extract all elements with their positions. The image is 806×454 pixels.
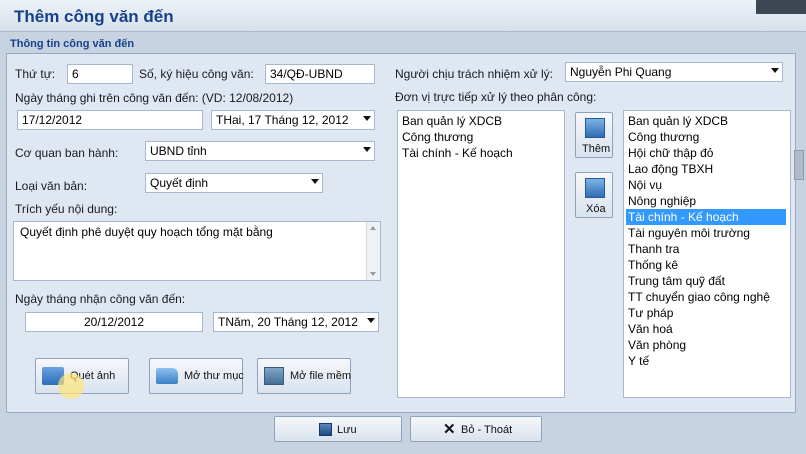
co-quan-label: Cơ quan ban hành:	[15, 146, 119, 160]
loai-vb-select[interactable]: Quyết định	[145, 173, 323, 193]
file-icon	[264, 367, 284, 385]
list-item[interactable]: Tư pháp	[628, 305, 786, 321]
window-title: Thêm công văn đến	[14, 7, 174, 26]
responsible-label: Người chịu trách nhiệm xử lý:	[395, 67, 553, 81]
list-item[interactable]: Tài nguyên môi trường	[628, 225, 786, 241]
group-label: Thông tin công văn đến	[10, 38, 135, 50]
textarea-scrollbar[interactable]	[366, 222, 380, 280]
list-item[interactable]: Thống kê	[628, 257, 786, 273]
trich-yeu-text: Quyết định phê duyệt quy hoạch tổng mặt …	[20, 225, 273, 239]
open-folder-button[interactable]: Mở thư mục	[149, 358, 244, 394]
scroll-down-icon[interactable]	[370, 272, 376, 276]
ngay-nhan-field[interactable]: 20/12/2012	[25, 312, 203, 332]
floppy-disk-icon	[319, 423, 332, 436]
responsible-value: Nguyễn Phi Quang	[570, 65, 672, 79]
cursor-highlight	[58, 373, 84, 399]
open-file-button[interactable]: Mở file mềm	[257, 358, 351, 394]
list-item[interactable]: Ban quản lý XDCB	[402, 113, 560, 129]
so-ky-hieu-label: Số, ký hiệu công văn:	[139, 67, 254, 81]
exit-button[interactable]: ✕ Bỏ - Thoát	[410, 416, 542, 442]
remove-unit-label: Xóa	[586, 203, 606, 215]
list-item-selected[interactable]: Tài chính - Kế hoạch	[626, 209, 786, 225]
folder-icon	[156, 368, 178, 384]
trich-yeu-label: Trích yếu nội dung:	[15, 202, 118, 216]
all-units-list[interactable]: Ban quản lý XDCB Công thương Hội chữ thậ…	[623, 110, 791, 398]
open-folder-label: Mở thư mục	[184, 370, 244, 382]
footer-bar: Lưu ✕ Bỏ - Thoát	[0, 414, 806, 454]
trich-yeu-textarea[interactable]: Quyết định phê duyệt quy hoạch tổng mặt …	[13, 221, 381, 281]
ngay-nhan-datepicker[interactable]: TNăm, 20 Tháng 12, 2012	[213, 312, 379, 332]
chevron-down-icon[interactable]	[771, 68, 779, 73]
assign-label: Đơn vị trực tiếp xử lý theo phân công:	[395, 90, 597, 104]
list-item[interactable]: Y tế	[628, 353, 786, 369]
close-icon: ✕	[443, 421, 456, 438]
list-item[interactable]: Thanh tra	[628, 241, 786, 257]
dialog-window: Thêm công văn đến Thông tin công văn đến…	[0, 0, 806, 454]
window-scrollbar-thumb[interactable]	[794, 150, 804, 180]
ngay-ghi-label: Ngày tháng ghi trên công văn đến: (VD: 1…	[15, 91, 294, 105]
ngay-ghi-datepicker[interactable]: THai, 17 Tháng 12, 2012	[211, 110, 375, 130]
form-panel: Thứ tự: 6 Số, ký hiệu công văn: 34/QĐ-UB…	[6, 53, 796, 413]
responsible-select[interactable]: Nguyễn Phi Quang	[565, 62, 783, 82]
scroll-up-icon[interactable]	[370, 226, 376, 230]
list-item[interactable]: Hội chữ thập đỏ	[628, 145, 786, 161]
ngay-ghi-datepicker-text: THai, 17 Tháng 12, 2012	[216, 113, 349, 127]
open-file-label: Mở file mềm	[290, 370, 351, 382]
list-item[interactable]: Công thương	[628, 129, 786, 145]
exit-label: Bỏ - Thoát	[461, 424, 513, 436]
remove-unit-button[interactable]: Xóa	[575, 172, 613, 218]
list-item[interactable]: Công thương	[402, 129, 560, 145]
co-quan-value: UBND tỉnh	[150, 144, 207, 158]
selected-units-list[interactable]: Ban quản lý XDCB Công thương Tài chính -…	[397, 110, 565, 398]
list-item[interactable]: Lao động TBXH	[628, 161, 786, 177]
list-item[interactable]: Tài chính - Kế hoạch	[402, 145, 560, 161]
list-item[interactable]: TT chuyển giao công nghệ	[628, 289, 786, 305]
ngay-ghi-field[interactable]: 17/12/2012	[17, 110, 203, 130]
thu-tu-field[interactable]: 6	[67, 64, 133, 84]
chevron-down-icon[interactable]	[367, 318, 375, 323]
so-ky-hieu-field[interactable]: 34/QĐ-UBND	[265, 64, 375, 84]
save-button[interactable]: Lưu	[274, 416, 402, 442]
scan-button[interactable]: Quét ảnh	[35, 358, 129, 399]
chevron-down-icon[interactable]	[363, 147, 371, 152]
chevron-down-icon[interactable]	[311, 179, 319, 184]
thu-tu-label: Thứ tự:	[15, 67, 56, 81]
loai-vb-value: Quyết định	[150, 176, 209, 190]
list-item[interactable]: Văn hoá	[628, 321, 786, 337]
list-item[interactable]: Ban quản lý XDCB	[628, 113, 786, 129]
list-item[interactable]: Văn phòng	[628, 337, 786, 353]
list-item[interactable]: Nông nghiệp	[628, 193, 786, 209]
remove-icon	[585, 178, 605, 198]
title-bar: Thêm công văn đến	[0, 0, 806, 32]
ngay-nhan-datepicker-text: TNăm, 20 Tháng 12, 2012	[218, 315, 358, 329]
add-icon	[585, 118, 605, 138]
ngay-nhan-label: Ngày tháng nhận công văn đến:	[15, 292, 186, 306]
list-item[interactable]: Nội vụ	[628, 177, 786, 193]
co-quan-select[interactable]: UBND tỉnh	[145, 141, 375, 161]
chevron-down-icon[interactable]	[363, 116, 371, 121]
add-unit-button[interactable]: Thêm	[575, 112, 613, 158]
loai-vb-label: Loại văn bản:	[15, 179, 88, 193]
add-unit-label: Thêm	[582, 143, 611, 155]
list-item[interactable]: Trung tâm quỹ đất	[628, 273, 786, 289]
background-strip	[756, 0, 806, 14]
save-label: Lưu	[337, 424, 357, 436]
